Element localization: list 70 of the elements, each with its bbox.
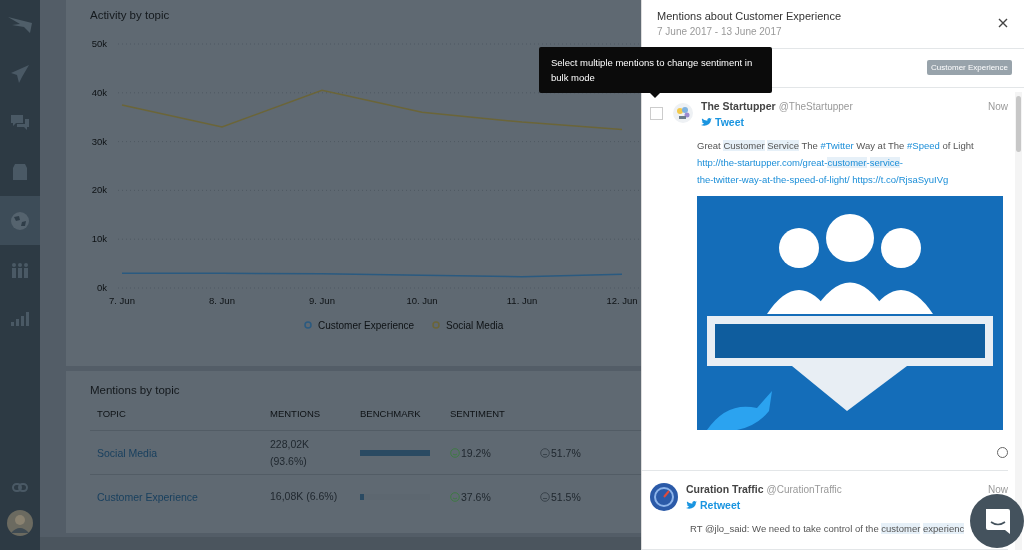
author-name[interactable]: The Startupper [701,100,776,112]
y-axis-label: 50k [91,38,107,49]
paper-plane-icon [11,64,29,83]
people-icon [11,261,29,278]
tweet-text: Great Customer Service The #Twitter Way at The #Speed of Light http://the-startupper.com/great-customer-service- the-twitter-way-at-the-speed-of-light/ https://t.co/RjsaSyuIVg [697,137,1008,188]
tooltip-arrow [650,93,660,98]
smile-icon [450,491,460,502]
tweet-type-label[interactable]: Tweet [701,116,744,128]
chart-title: Activity by topic [90,9,171,21]
bird-icon [701,117,712,127]
neutral-face-icon [540,447,550,458]
author-handle: @TheStartupper [778,101,853,112]
link-icon[interactable] [12,483,28,492]
y-axis-label: 10k [91,233,107,245]
globe-icon [11,211,29,230]
scrollbar[interactable] [1015,92,1022,550]
legend-item[interactable]: Customer Experience [304,320,415,331]
table-cell-text: 16,08K (6.6%) [270,489,339,505]
tooltip: Select multiple mentions to change sentiment in bulk mode [539,47,772,93]
avatar-icon [673,103,693,123]
smile-icon [450,447,460,458]
column-header: SENTIMENT [450,407,506,419]
user-avatar[interactable] [7,510,33,536]
close-icon[interactable] [998,18,1008,28]
link[interactable]: #Twitter [820,137,854,154]
x-axis-label: 9. Jun [309,295,335,306]
topic-tag[interactable]: Customer Experience [927,60,1012,76]
link[interactable]: http://the-startupper.com/great-customer-service- [697,154,903,171]
table-cell: 51.7% [551,446,581,459]
table-cell-text: 228,02K (93.6%) [270,437,311,469]
y-axis-label: 40k [91,86,107,98]
x-axis-label: 12. Jun [606,295,638,306]
x-axis-label: 10. Jun [406,295,438,306]
bar-chart-icon [11,311,29,326]
avatar-icon [650,483,678,511]
table-title: Mentions by topic [90,384,181,396]
timestamp: Now [988,484,1008,495]
wing-logo-icon [8,16,32,33]
tweet-type-label[interactable]: Retweet [686,499,741,511]
neutral-face-icon [540,491,550,502]
date-range: 7 June 2017 - 13 June 2017 [657,26,783,37]
author-name[interactable]: Curation Traffic [686,483,764,495]
legend-item[interactable]: Social Media [432,320,504,331]
checkbox[interactable] [650,107,663,120]
topic-link[interactable]: Customer Experience [90,490,270,503]
nav-item[interactable] [0,196,40,245]
x-axis-label: 7. Jun [109,295,135,306]
table-cell: 51.5% [551,490,581,503]
box-icon [11,163,29,180]
x-axis-label: 8. Jun [209,295,235,306]
y-axis-label: 30k [91,135,107,147]
panel-title: Mentions about Customer Experience [657,10,842,22]
table-cell: 37.6% [461,490,491,503]
legend-label: Social Media [446,320,504,331]
link[interactable]: https://t.co/RjsaSyuIVg [852,171,949,188]
link[interactable]: the-twitter-way-at-the-speed-of-light/ [697,171,850,188]
timestamp: Now [988,101,1008,112]
x-axis-label: 11. Jun [506,295,538,306]
column-header: MENTIONS [270,407,322,419]
chat-icon [11,114,29,131]
y-axis-label: 0k [96,282,107,293]
bird-icon [686,500,697,510]
topic-link[interactable]: Social Media [90,446,270,459]
column-header: TOPIC [96,407,127,419]
column-header: BENCHMARK [360,407,422,419]
table-cell: 19.2% [461,446,491,459]
chat-launcher-icon[interactable] [970,494,1024,548]
y-axis-label: 20k [91,184,107,196]
author-handle: @CurationTraffic [766,484,842,495]
link[interactable]: #Speed [907,137,940,154]
